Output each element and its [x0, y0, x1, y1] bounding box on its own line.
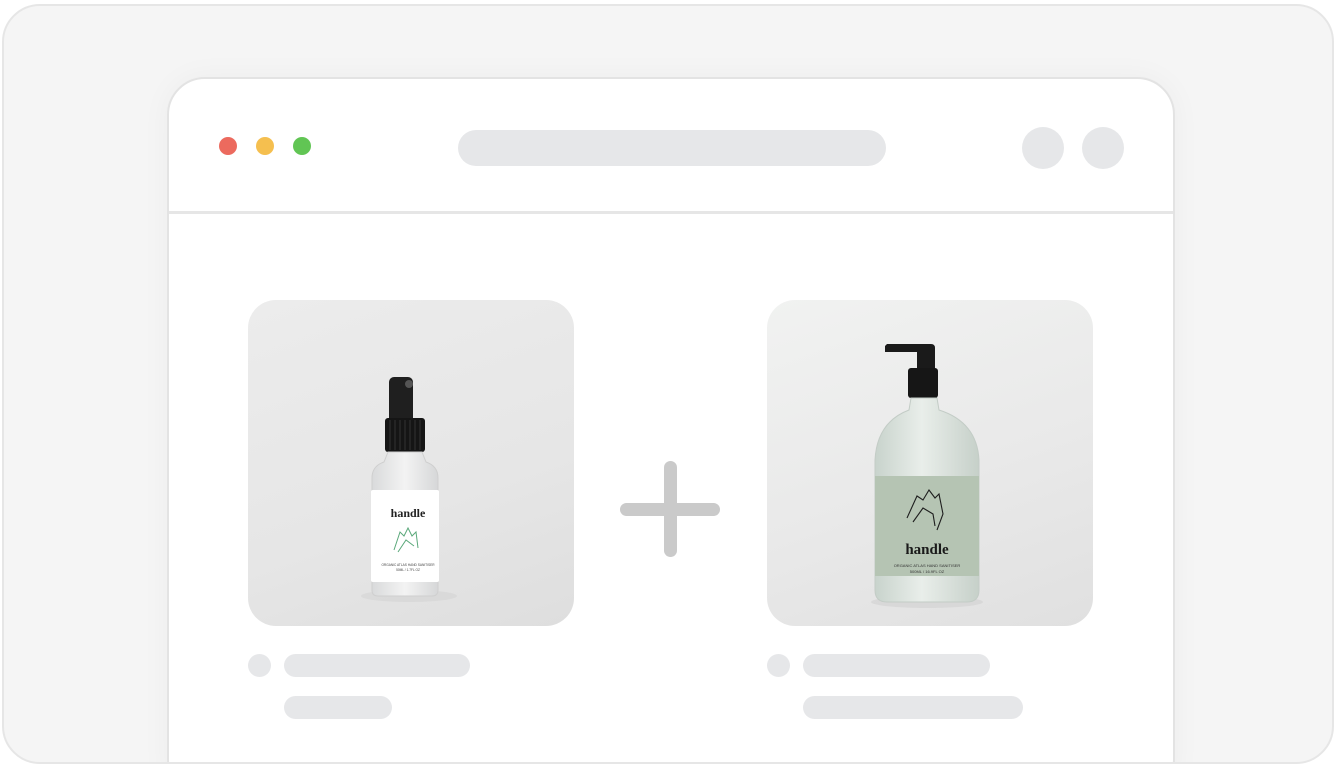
product-1-subtitle-placeholder [284, 696, 392, 719]
title-bar [169, 79, 1173, 214]
product-2-avatar-placeholder [767, 654, 790, 677]
toolbar-circle-button-1[interactable] [1022, 127, 1064, 169]
spray-label-line2: 50ML / 1.7FL OZ [396, 568, 420, 572]
plus-icon [620, 461, 720, 557]
spray-brand-label: handle [390, 506, 426, 520]
product-1-title-placeholder [284, 654, 470, 677]
close-window-button[interactable] [219, 137, 237, 155]
product-2-title-placeholder [803, 654, 990, 677]
pump-label-line2: 500ML / 16.9FL OZ [909, 569, 945, 574]
outer-frame: handle ORGANIC ATLAS HAND SANITISER 50ML… [2, 4, 1334, 764]
pump-bottle-image [871, 344, 983, 608]
address-bar[interactable] [458, 130, 886, 166]
toolbar-circle-button-2[interactable] [1082, 127, 1124, 169]
browser-window: handle ORGANIC ATLAS HAND SANITISER 50ML… [167, 77, 1175, 762]
product-card-pump[interactable]: handle ORGANIC ATLAS HAND SANITISER 500M… [767, 300, 1093, 626]
spray-bottle-image [361, 377, 457, 602]
product-2-subtitle-placeholder [803, 696, 1023, 719]
minimize-window-button[interactable] [256, 137, 274, 155]
product-card-spray[interactable]: handle ORGANIC ATLAS HAND SANITISER 50ML… [248, 300, 574, 626]
product-1-avatar-placeholder [248, 654, 271, 677]
maximize-window-button[interactable] [293, 137, 311, 155]
pump-brand-label: handle [905, 542, 949, 558]
